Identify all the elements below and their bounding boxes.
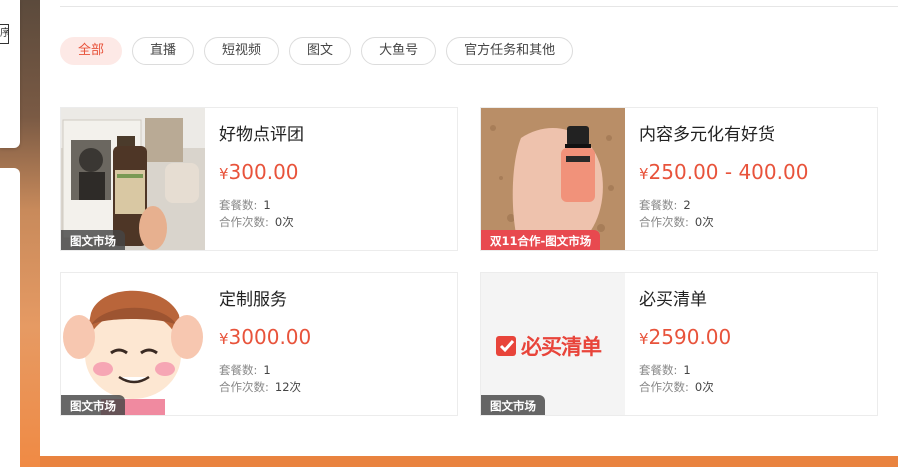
service-card[interactable]: 必买清单 图文市场 必买清单 ¥2590.00 套餐数: 1 合作次数: 0次 [480,272,878,416]
logo-text: 必买清单 [521,335,602,359]
tab-all[interactable]: 全部 [60,37,123,65]
package-count: 套餐数: 1 [219,198,271,212]
card-price: ¥250.00 - 400.00 [639,160,809,184]
cooperation-count: 合作次数: 0次 [639,215,714,229]
side-card: 序 [0,0,20,148]
side-tag: 序 [0,24,9,44]
tab-image-text[interactable]: 图文 [289,37,352,65]
card-title: 必买清单 [639,290,707,310]
package-count: 套餐数: 2 [639,198,691,212]
market-badge: 双11合作-图文市场 [481,230,601,250]
checklist-icon [496,336,516,356]
tab-official-other[interactable]: 官方任务和其他 [446,37,574,65]
cooperation-count: 合作次数: 12次 [219,380,302,394]
product-thumbnail: 双11合作-图文市场 [481,108,625,250]
package-count: 套餐数: 1 [219,363,271,377]
side-card-lower [0,168,20,467]
service-card[interactable]: 图文市场 好物点评团 ¥300.00 套餐数: 1 合作次数: 0次 [60,107,458,251]
package-count: 套餐数: 1 [639,363,691,377]
card-price: ¥2590.00 [639,325,732,349]
divider [60,6,898,7]
card-title: 内容多元化有好货 [639,125,775,145]
bimai-logo: 必买清单 [495,331,602,361]
service-card[interactable]: 图文市场 定制服务 ¥3000.00 套餐数: 1 合作次数: 12次 [60,272,458,416]
content-panel: 全部 直播 短视频 图文 大鱼号 官方任务和其他 图文市场 好物点评团 ¥300… [40,0,898,456]
cooperation-count: 合作次数: 0次 [219,215,294,229]
product-thumbnail: 必买清单 图文市场 [481,273,625,415]
service-card[interactable]: 双11合作-图文市场 内容多元化有好货 ¥250.00 - 400.00 套餐数… [480,107,878,251]
tab-live[interactable]: 直播 [132,37,195,65]
card-price: ¥300.00 [219,160,299,184]
market-badge: 图文市场 [481,395,545,415]
product-thumbnail: 图文市场 [61,108,205,250]
card-title: 定制服务 [219,290,287,310]
tab-short-video[interactable]: 短视频 [204,37,280,65]
card-title: 好物点评团 [219,125,304,145]
cooperation-count: 合作次数: 0次 [639,380,714,394]
filter-tabs: 全部 直播 短视频 图文 大鱼号 官方任务和其他 [60,37,574,65]
product-thumbnail: 图文市场 [61,273,205,415]
tab-dayu[interactable]: 大鱼号 [361,37,437,65]
card-price: ¥3000.00 [219,325,312,349]
market-badge: 图文市场 [61,395,125,415]
market-badge: 图文市场 [61,230,125,250]
